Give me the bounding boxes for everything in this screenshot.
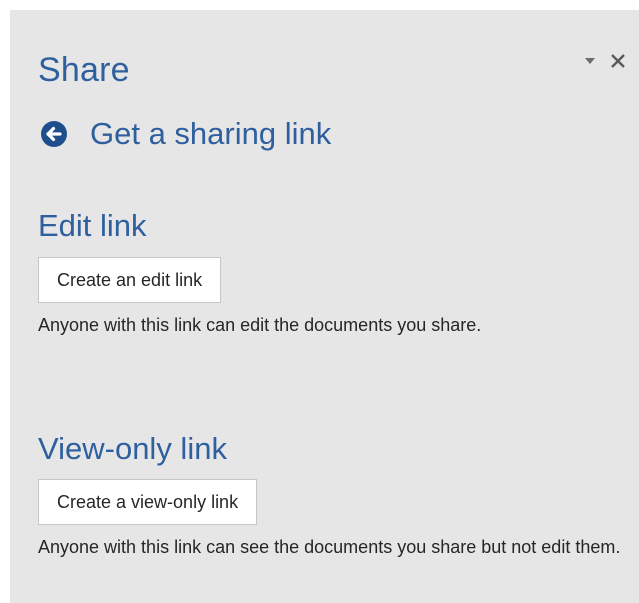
- close-icon[interactable]: [609, 52, 627, 70]
- back-link[interactable]: Get a sharing link: [40, 114, 331, 154]
- back-arrow-icon[interactable]: [40, 120, 68, 148]
- create-view-only-link-button[interactable]: Create a view-only link: [38, 479, 258, 525]
- create-edit-link-button[interactable]: Create an edit link: [38, 257, 222, 303]
- edit-link-description: Anyone with this link can edit the docum…: [38, 315, 482, 335]
- view-only-link-heading: View-only link: [38, 431, 227, 466]
- pane-title: Share: [38, 51, 130, 89]
- chevron-down-icon[interactable]: [581, 52, 599, 70]
- share-pane: Share Get a sharing link Edit link Creat…: [10, 10, 639, 603]
- view-only-link-description: Anyone with this link can see the docume…: [38, 537, 621, 557]
- back-link-label[interactable]: Get a sharing link: [90, 114, 331, 154]
- pane-controls: [581, 48, 627, 74]
- edit-link-heading: Edit link: [38, 208, 147, 243]
